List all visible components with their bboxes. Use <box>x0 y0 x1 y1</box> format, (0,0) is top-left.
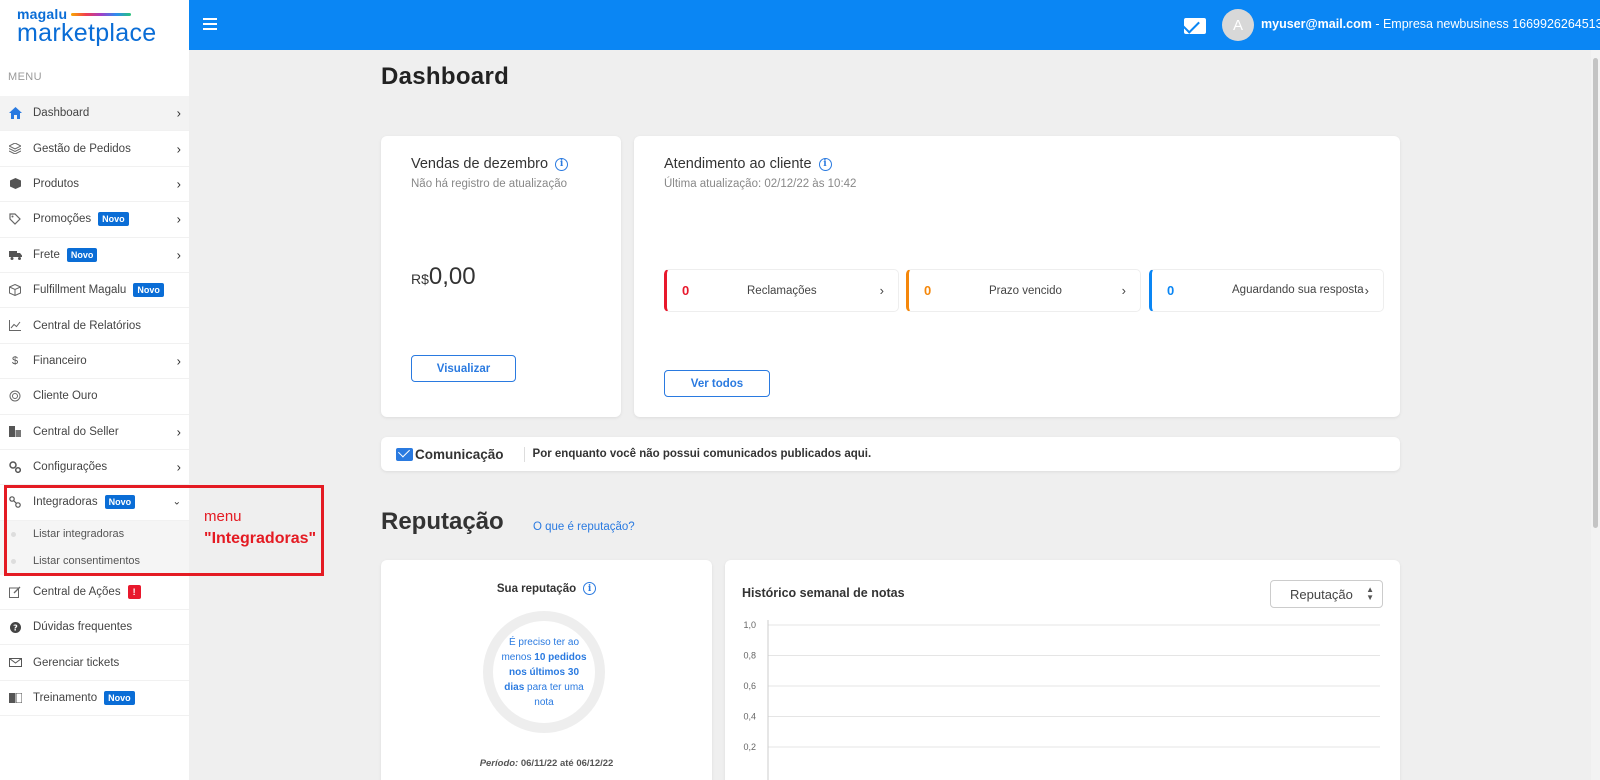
package-icon <box>8 283 22 297</box>
new-badge: Novo <box>98 212 129 227</box>
reputation-title: Reputação <box>381 508 504 535</box>
awaiting-response-item[interactable]: 0 Aguardando sua resposta › <box>1149 269 1384 312</box>
chart-icon <box>8 319 22 333</box>
chevron-right-icon: › <box>176 176 181 192</box>
reputation-donut: É preciso ter ao menos 10 pedidos nos úl… <box>483 611 605 733</box>
menu-toggle-icon[interactable] <box>203 18 217 30</box>
sales-card-title: Vendas de dezembro <box>411 156 549 172</box>
sidebar-item-dashboard[interactable]: Dashboard › <box>0 96 189 132</box>
sidebar-item-configuracoes[interactable]: Configurações › <box>0 450 189 486</box>
complaints-item[interactable]: 0 Reclamações › <box>664 269 899 312</box>
sidebar-item-central-acoes[interactable]: Central de Ações ! <box>0 575 189 611</box>
history-chart: 1,0 0,8 0,6 0,4 0,2 <box>743 620 1380 780</box>
dollar-icon: $ <box>11 354 19 367</box>
sidebar-item-central-seller[interactable]: Central do Seller › <box>0 415 189 450</box>
overdue-item[interactable]: 0 Prazo vencido › <box>906 269 1141 312</box>
sidebar: magalu marketplace MENU Dashboard › Gest… <box>0 0 189 780</box>
sidebar-item-produtos[interactable]: Produtos › <box>0 167 189 203</box>
gears-icon <box>8 460 22 474</box>
alert-badge: ! <box>127 584 141 599</box>
new-badge: Novo <box>66 247 98 262</box>
question-icon: ? <box>8 620 22 634</box>
svg-text:?: ? <box>13 623 18 632</box>
new-badge: Novo <box>133 283 164 298</box>
chevron-right-icon: › <box>176 353 181 369</box>
chevron-right-icon: › <box>176 459 181 475</box>
chevron-right-icon: › <box>1364 283 1369 298</box>
sidebar-item-frete[interactable]: Frete Novo › <box>0 238 189 273</box>
mail-icon[interactable] <box>1184 18 1206 34</box>
box-icon <box>8 177 22 191</box>
chevron-right-icon: › <box>176 211 181 227</box>
attendance-card-subtitle: Última atualização: 02/12/22 às 10:42 <box>664 178 857 190</box>
info-icon[interactable]: i <box>555 157 569 171</box>
chevron-right-icon: › <box>176 247 181 263</box>
chevron-right-icon: › <box>176 424 181 440</box>
chevron-right-icon: › <box>879 283 884 298</box>
page-scrollbar[interactable] <box>1591 50 1600 780</box>
ticket-icon <box>8 656 22 670</box>
menu-label: MENU <box>8 71 42 83</box>
history-title: Histórico semanal de notas <box>742 586 905 600</box>
sidebar-item-relatorios[interactable]: Central de Relatórios <box>0 308 189 344</box>
edit-icon <box>8 585 22 599</box>
communication-text: Por enquanto você não possui comunicados… <box>532 448 872 460</box>
sidebar-item-gestao-pedidos[interactable]: Gestão de Pedidos › <box>0 131 189 167</box>
sidebar-item-treinamento[interactable]: Treinamento Novo <box>0 681 189 717</box>
y-tick-label: 0,2 <box>743 742 756 752</box>
attendance-card: Atendimento ao cliente i Última atualiza… <box>634 136 1400 417</box>
new-badge: Novo <box>104 691 135 706</box>
avatar[interactable]: A <box>1222 9 1254 41</box>
chevron-right-icon: › <box>1121 283 1126 298</box>
communication-bar: Comunicação Por enquanto você não possui… <box>381 437 1400 471</box>
sidebar-item-promocoes[interactable]: Promoções Novo › <box>0 202 189 238</box>
sidebar-item-cliente-ouro[interactable]: Cliente Ouro <box>0 379 189 415</box>
ver-todos-button[interactable]: Ver todos <box>664 370 770 397</box>
visualizar-button[interactable]: Visualizar <box>411 355 516 382</box>
reputation-select[interactable]: Reputação ▲ ▼ <box>1270 580 1383 608</box>
sales-card-subtitle: Não há registro de atualização <box>411 178 567 190</box>
magalu-marketplace-logo[interactable]: magalu marketplace <box>0 0 189 50</box>
attendance-card-title: Atendimento ao cliente <box>664 156 812 172</box>
chevron-right-icon: › <box>176 141 181 157</box>
user-account-menu[interactable]: myuser@mail.com - Empresa newbusiness 16… <box>1261 17 1600 31</box>
sidebar-item-duvidas[interactable]: ? Dúvidas frequentes <box>0 610 189 646</box>
page-title: Dashboard <box>381 63 510 90</box>
top-header: A myuser@mail.com - Empresa newbusiness … <box>189 0 1600 50</box>
reputation-card: Sua reputação i É preciso ter ao menos 1… <box>381 560 712 780</box>
home-icon <box>8 106 22 120</box>
y-tick-label: 1,0 <box>743 620 756 630</box>
layers-icon <box>8 142 22 156</box>
info-icon[interactable]: i <box>818 157 832 171</box>
chevron-right-icon: › <box>176 105 181 121</box>
history-card: Histórico semanal de notas Reputação ▲ ▼ … <box>725 560 1400 780</box>
communication-title: Comunicação <box>415 446 525 462</box>
sidebar-item-fulfillment[interactable]: Fulfillment Magalu Novo <box>0 273 189 309</box>
sales-card: Vendas de dezembro i Não há registro de … <box>381 136 621 417</box>
reputation-period: Período: 06/11/22 até 06/12/22 <box>479 758 614 769</box>
y-tick-label: 0,6 <box>743 681 756 691</box>
mail-icon <box>396 447 413 461</box>
info-icon[interactable]: i <box>583 582 597 595</box>
y-tick-label: 0,8 <box>743 651 756 661</box>
sidebar-item-tickets[interactable]: Gerenciar tickets <box>0 645 189 681</box>
sort-arrows-icon: ▲ ▼ <box>1366 585 1374 602</box>
sidebar-item-financeiro[interactable]: $ Financeiro › <box>0 344 189 380</box>
y-tick-label: 0,4 <box>743 712 756 722</box>
annotation-label: menu "Integradoras" <box>204 508 317 547</box>
sales-value: R$0,00 <box>411 263 476 290</box>
building-icon <box>8 425 22 439</box>
book-icon <box>8 691 22 705</box>
tag-icon <box>8 212 22 226</box>
what-is-reputation-link[interactable]: O que é reputação? <box>533 521 635 533</box>
your-reputation-title: Sua reputação <box>496 582 577 595</box>
truck-icon <box>8 248 22 262</box>
medal-icon <box>8 389 22 403</box>
